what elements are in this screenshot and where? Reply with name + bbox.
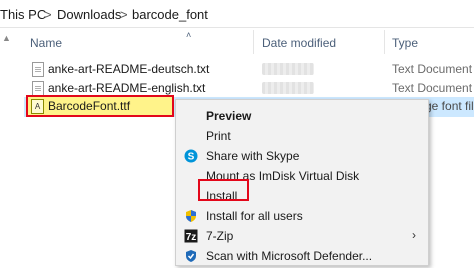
column-header-name[interactable]: Name — [30, 36, 62, 50]
breadcrumb-separator[interactable]: > — [120, 7, 128, 22]
file-type: Text Document — [392, 62, 473, 76]
address-bar[interactable]: This PC > Downloads > barcode_font — [0, 0, 474, 28]
menu-item-print[interactable]: Print — [176, 126, 428, 146]
skype-icon: S — [184, 149, 198, 163]
menu-item-label: Print — [206, 129, 231, 143]
file-name[interactable]: BarcodeFont.ttf — [48, 99, 130, 113]
menu-item-label: Preview — [206, 109, 252, 123]
menu-item-share-with-skype[interactable]: S Share with Skype — [176, 146, 428, 166]
text-file-icon — [32, 62, 44, 77]
breadcrumb-separator[interactable]: > — [44, 7, 52, 22]
menu-item-label: 7-Zip — [206, 229, 234, 243]
menu-item-label: Install for all users — [206, 209, 303, 223]
file-type: Text Document — [392, 81, 473, 95]
menu-item-scan-defender[interactable]: Scan with Microsoft Defender... — [176, 246, 428, 266]
submenu-arrow-icon: › — [412, 228, 416, 242]
file-name[interactable]: anke-art-README-deutsch.txt — [48, 62, 209, 76]
highlight-box-install — [198, 179, 249, 201]
column-header-date[interactable]: Date modified — [262, 36, 336, 50]
file-date-redacted — [262, 63, 314, 75]
menu-item-install-for-all-users[interactable]: Install for all users — [176, 206, 428, 226]
font-file-icon: A — [31, 99, 44, 114]
svg-text:S: S — [188, 152, 195, 163]
column-divider[interactable] — [253, 30, 254, 54]
svg-text:7z: 7z — [186, 232, 197, 243]
menu-item-preview[interactable]: Preview — [176, 106, 428, 126]
column-divider[interactable] — [384, 30, 385, 54]
shield-icon — [184, 209, 198, 223]
sort-ascending-icon: ˄ — [186, 30, 192, 40]
file-type: ge font file — [425, 99, 474, 113]
breadcrumb-this-pc[interactable]: This PC — [0, 7, 46, 22]
column-header-type[interactable]: Type — [392, 36, 418, 50]
breadcrumb-barcode-font[interactable]: barcode_font — [132, 7, 208, 22]
breadcrumb-downloads[interactable]: Downloads — [57, 7, 121, 22]
text-file-icon — [32, 81, 44, 96]
7zip-icon: 7z — [184, 229, 198, 243]
file-date-redacted — [262, 82, 314, 94]
menu-item-7zip[interactable]: 7z 7-Zip › — [176, 226, 428, 246]
scroll-up-icon[interactable]: ▲ — [2, 33, 11, 43]
file-name[interactable]: anke-art-README-english.txt — [48, 81, 205, 95]
menu-item-label: Share with Skype — [206, 149, 300, 163]
